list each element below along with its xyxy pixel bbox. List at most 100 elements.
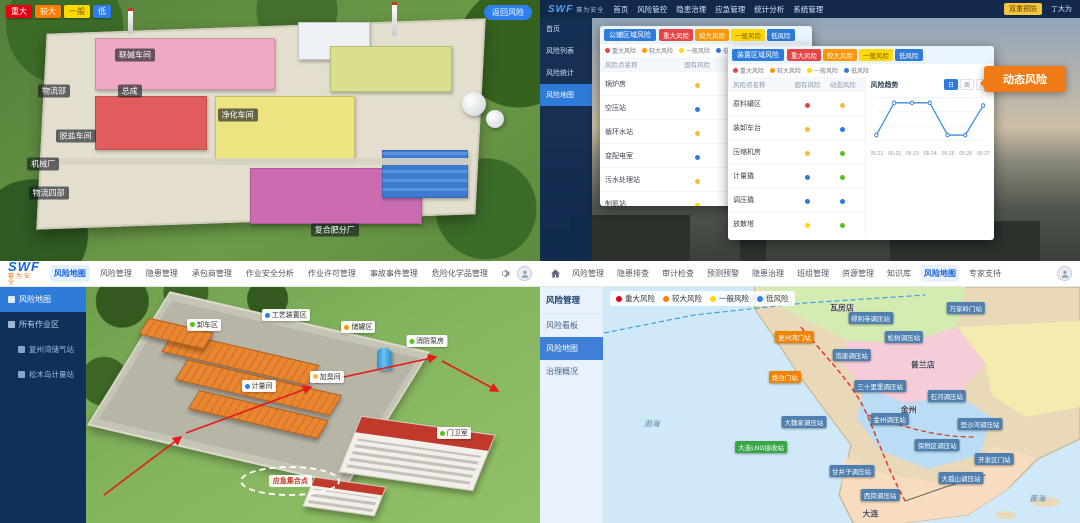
cooling-tower	[486, 110, 504, 128]
back-button[interactable]: 返回风险	[484, 5, 532, 20]
sidebar-item[interactable]: 风险统计	[540, 62, 592, 84]
risk-legend-chip[interactable]: 重大	[6, 5, 32, 18]
portal-badge[interactable]: 双重预防	[1004, 3, 1042, 15]
table-row[interactable]: 压缩机房	[728, 139, 865, 163]
station-label[interactable]: 保税区调压站	[915, 439, 960, 451]
station-label[interactable]: 万家岭门站	[947, 302, 986, 314]
station-label[interactable]: 登沙河调压站	[958, 418, 1003, 430]
area-label[interactable]: 门卫室	[437, 427, 471, 439]
status-dot-cell	[790, 143, 825, 161]
status-dot	[190, 322, 195, 327]
station-label[interactable]: 开发区门站	[975, 453, 1014, 465]
nav-item[interactable]: 隐患治理	[749, 265, 787, 282]
risk-filter-pill[interactable]: 一般风险	[731, 29, 765, 41]
risk-legend-chip[interactable]: 较大	[35, 5, 61, 18]
station-label[interactable]: 石河调压站	[927, 390, 966, 402]
nav-item[interactable]: 风险地图	[921, 265, 959, 282]
area-label[interactable]: 计量间	[242, 380, 276, 392]
nav-item[interactable]: 风险地图	[50, 265, 90, 282]
nav-item[interactable]: 事故事件管理	[366, 265, 422, 282]
nav-item[interactable]: 作业许可管理	[304, 265, 360, 282]
window-title[interactable]: 装置区域风险	[732, 49, 784, 61]
plant-3d-scene: 联碱车间物流部总成净化车间脱盐车间机械厂物流四部复合肥分厂	[0, 0, 540, 261]
area-label[interactable]: 工艺装置区	[262, 309, 310, 321]
sidebar-item[interactable]: 松木岛计量站	[0, 362, 86, 387]
user-name[interactable]: 丁大为	[1051, 4, 1072, 14]
nav-item[interactable]: 系统管理	[793, 4, 823, 15]
table-row[interactable]: 原料罐区	[728, 91, 865, 115]
table-row[interactable]: 放散塔	[728, 211, 865, 235]
nav-item[interactable]: 危险化学品管理	[428, 265, 492, 282]
sidebar-item[interactable]: 治理概况	[540, 360, 603, 383]
chart-tab[interactable]: 日	[944, 79, 958, 90]
station-label[interactable]: 西岗调压站	[861, 489, 900, 501]
nav-item[interactable]: 风险管理	[96, 265, 136, 282]
station-label[interactable]: 甘井子调压站	[829, 465, 874, 477]
risk-filter-pill[interactable]: 重大风险	[787, 49, 821, 61]
sidebar-item[interactable]: 首页	[540, 18, 592, 40]
station-label[interactable]: 得利寺调压站	[848, 312, 893, 324]
station-label[interactable]: 松树调压站	[885, 331, 924, 343]
sidebar-item[interactable]: 所有作业区	[0, 312, 86, 337]
quadrant-plant-3d-map: 联碱车间物流部总成净化车间脱盐车间机械厂物流四部复合肥分厂 重大较大一般低 返回…	[0, 0, 540, 261]
station-label[interactable]: 三十里堡调压站	[854, 380, 906, 392]
station-label[interactable]: 大魏家调压站	[781, 416, 826, 428]
home-icon[interactable]	[548, 267, 562, 281]
nav-item[interactable]: 知识库	[884, 265, 914, 282]
status-dot	[245, 384, 250, 389]
nav-item[interactable]: 风险管控	[637, 4, 667, 15]
risk-filter-pill[interactable]: 重大风险	[659, 29, 693, 41]
chart-tab[interactable]: 周	[960, 79, 974, 90]
nav-item[interactable]: 应急管理	[715, 4, 745, 15]
sidebar-item[interactable]: 风险看板	[540, 314, 603, 337]
nav-item[interactable]: 统计分析	[754, 4, 784, 15]
risk-table: 风险点名称固有风险动态风险 原料罐区装卸车台压缩机房计量撬调压撬放散塔	[728, 77, 866, 235]
station-label[interactable]: 复州湾门站	[775, 331, 814, 343]
nav-item[interactable]: 资源管理	[839, 265, 877, 282]
nav-item[interactable]: 审计检查	[659, 265, 697, 282]
city-label: 大连	[863, 508, 879, 519]
table-row[interactable]: 计量撬	[728, 163, 865, 187]
status-dot	[440, 431, 445, 436]
sidebar-item[interactable]: 风险地图	[0, 287, 86, 312]
nav-item[interactable]: 预测预警	[704, 265, 742, 282]
sidebar-item[interactable]: 风险地图	[540, 84, 592, 106]
risk-filter-pill[interactable]: 较大风险	[695, 29, 729, 41]
table-row[interactable]: 调压撬	[728, 187, 865, 211]
station-label[interactable]: 炮台门站	[769, 371, 801, 383]
window-title[interactable]: 公辅区域风险	[604, 29, 656, 41]
area-label[interactable]: 加臭间	[310, 371, 344, 383]
user-avatar[interactable]	[1057, 266, 1072, 281]
sea-label: 黄海	[1029, 494, 1045, 505]
nav-item[interactable]: 隐患管理	[142, 265, 182, 282]
risk-filter-pill[interactable]: 低风险	[895, 49, 923, 61]
sidebar-item[interactable]: 风险地图	[540, 337, 603, 360]
station-label[interactable]: 大孤山调压站	[939, 472, 984, 484]
risk-filter-pill[interactable]: 一般风险	[859, 49, 893, 61]
nav-item[interactable]: 专家支持	[966, 265, 1004, 282]
risk-legend-chip[interactable]: 一般	[64, 5, 90, 18]
nav-item[interactable]: 承包商管理	[188, 265, 236, 282]
nav-item[interactable]: 风险管理	[569, 265, 607, 282]
table-row[interactable]: 装卸车台	[728, 115, 865, 139]
station-label[interactable]: 泡崖调压站	[832, 349, 871, 361]
nav-item[interactable]: 隐患排查	[614, 265, 652, 282]
nav-item[interactable]: 作业安全分析	[242, 265, 298, 282]
area-label[interactable]: 储罐区	[341, 321, 375, 333]
sidebar-item[interactable]: 风险列表	[540, 40, 592, 62]
sidebar-item[interactable]: 复州湾储气站	[0, 337, 86, 362]
risk-legend-chip[interactable]: 低	[93, 5, 111, 18]
nav-item[interactable]: 首页	[613, 4, 628, 15]
nav-item[interactable]: 隐患治理	[676, 4, 706, 15]
user-avatar[interactable]	[517, 266, 532, 281]
status-dot	[840, 127, 845, 132]
risk-filter-pill[interactable]: 较大风险	[823, 49, 857, 61]
nav-item[interactable]: 班组管理	[794, 265, 832, 282]
area-label[interactable]: 消防泵房	[406, 335, 447, 347]
station-label[interactable]: 大连LNG接收站	[735, 441, 787, 453]
risk-filter-pill[interactable]: 低风险	[767, 29, 795, 41]
gear-icon[interactable]	[498, 267, 512, 281]
status-dot	[805, 223, 810, 228]
station-label[interactable]: 金州调压站	[870, 413, 909, 425]
area-label[interactable]: 卸车区	[187, 319, 221, 331]
